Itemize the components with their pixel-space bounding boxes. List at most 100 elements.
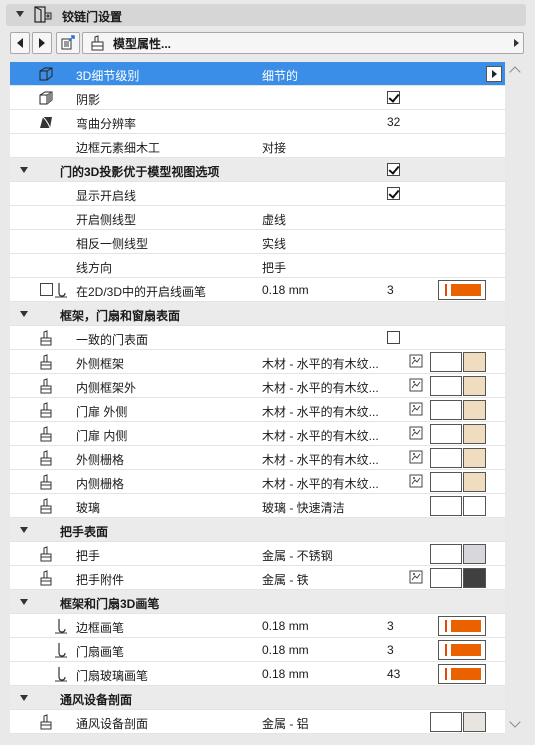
surface-preview[interactable] [430,544,462,564]
setting-row[interactable]: 3D细节级别 细节的 [10,62,505,86]
surface-picker-icon[interactable] [409,378,423,392]
setting-value[interactable]: 细节的 [262,67,298,84]
setting-value[interactable]: 虚线 [262,211,286,228]
setting-value[interactable]: 玻璃 - 快速清洁 [262,499,345,516]
setting-value[interactable]: 金属 - 铝 [262,715,309,732]
pen-color-swatch[interactable] [438,280,486,300]
setting-row[interactable]: 通风设备剖面 金属 - 铝 [10,710,505,734]
surface-preview[interactable] [430,352,462,372]
section-collapse-icon[interactable] [20,167,28,173]
surface-picker-icon[interactable] [409,570,423,584]
settings-list-button[interactable] [56,32,80,54]
surface-picker-icon[interactable] [409,450,423,464]
surface-color-swatch[interactable] [463,544,486,564]
setting-value[interactable]: 木材 - 水平的有木纹... [262,475,379,492]
setting-value[interactable]: 把手 [262,259,286,276]
open-value-list-button[interactable] [486,66,502,82]
setting-value[interactable]: 0.18 mm [262,667,309,681]
surface-preview[interactable] [430,448,462,468]
surface-picker-icon[interactable] [409,426,423,440]
surface-preview[interactable] [430,424,462,444]
setting-row[interactable]: 在2D/3D中的开启线画笔 0.18 mm 3 [10,278,505,302]
section-collapse-icon[interactable] [20,311,28,317]
setting-row[interactable]: 线方向 把手 [10,254,505,278]
row-checkbox[interactable] [40,283,53,296]
setting-checkbox[interactable] [387,91,400,104]
setting-row[interactable]: 阴影 [10,86,505,110]
setting-row[interactable]: 内侧栅格 木材 - 水平的有木纹... [10,470,505,494]
surface-preview[interactable] [430,712,462,732]
surface-color-swatch[interactable] [463,352,486,372]
scrollbar[interactable] [508,62,522,734]
section-header[interactable]: 框架和门扇3D画笔 [10,590,505,614]
scroll-up-icon[interactable] [509,66,521,78]
setting-row[interactable]: 门扉 内侧 木材 - 水平的有木纹... [10,422,505,446]
setting-row[interactable]: 开启侧线型 虚线 [10,206,505,230]
setting-row[interactable]: 显示开启线 [10,182,505,206]
surface-color-swatch[interactable] [463,424,486,444]
setting-number[interactable]: 3 [387,619,394,633]
setting-value[interactable]: 木材 - 水平的有木纹... [262,379,379,396]
scroll-down-icon[interactable] [509,716,521,728]
setting-value[interactable]: 0.18 mm [262,283,309,297]
surface-preview[interactable] [430,400,462,420]
surface-color-swatch[interactable] [463,400,486,420]
setting-checkbox[interactable] [387,331,400,344]
setting-row[interactable]: 外侧框架 木材 - 水平的有木纹... [10,350,505,374]
surface-preview[interactable] [430,568,462,588]
section-header[interactable]: 门的3D投影优于模型视图选项 [10,158,505,182]
section-header[interactable]: 把手表面 [10,518,505,542]
surface-picker-icon[interactable] [409,354,423,368]
section-collapse-icon[interactable] [20,695,28,701]
surface-color-swatch[interactable] [463,448,486,468]
setting-row[interactable]: 玻璃 玻璃 - 快速清洁 [10,494,505,518]
model-attributes-button[interactable]: 模型属性... [82,32,524,54]
setting-number[interactable]: 3 [387,643,394,657]
setting-value[interactable]: 0.18 mm [262,619,309,633]
surface-color-swatch[interactable] [463,712,486,732]
setting-row[interactable]: 门扇玻璃画笔 0.18 mm 43 [10,662,505,686]
setting-row[interactable]: 边框元素细木工 对接 [10,134,505,158]
setting-row[interactable]: 门扉 外侧 木材 - 水平的有木纹... [10,398,505,422]
pen-color-swatch[interactable] [438,640,486,660]
pen-color-swatch[interactable] [438,664,486,684]
surface-picker-icon[interactable] [409,402,423,416]
setting-value[interactable]: 金属 - 铁 [262,571,309,588]
setting-row[interactable]: 把手 金属 - 不锈钢 [10,542,505,566]
setting-row[interactable]: 外侧栅格 木材 - 水平的有木纹... [10,446,505,470]
surface-picker-icon[interactable] [409,474,423,488]
surface-preview[interactable] [430,472,462,492]
setting-row[interactable]: 门扇画笔 0.18 mm 3 [10,638,505,662]
collapse-triangle-icon[interactable] [16,11,24,17]
setting-value[interactable]: 木材 - 水平的有木纹... [262,355,379,372]
next-button[interactable] [32,32,52,54]
setting-row[interactable]: 弯曲分辨率 32 [10,110,505,134]
panel-header[interactable]: 铰链门设置 [6,4,526,26]
setting-number[interactable]: 32 [387,115,400,129]
setting-row[interactable]: 相反一侧线型 实线 [10,230,505,254]
section-header[interactable]: 框架，门扇和窗扇表面 [10,302,505,326]
setting-row[interactable]: 内侧框架外 木材 - 水平的有木纹... [10,374,505,398]
setting-value[interactable]: 对接 [262,139,286,156]
surface-preview[interactable] [430,496,462,516]
setting-checkbox[interactable] [387,163,400,176]
pen-color-swatch[interactable] [438,616,486,636]
surface-color-swatch[interactable] [463,472,486,492]
setting-checkbox[interactable] [387,187,400,200]
surface-color-swatch[interactable] [463,496,486,516]
surface-color-swatch[interactable] [463,376,486,396]
setting-number[interactable]: 43 [387,667,400,681]
setting-row[interactable]: 一致的门表面 [10,326,505,350]
setting-row[interactable]: 边框画笔 0.18 mm 3 [10,614,505,638]
section-header[interactable]: 通风设备剖面 [10,686,505,710]
surface-color-swatch[interactable] [463,568,486,588]
setting-value[interactable]: 金属 - 不锈钢 [262,547,333,564]
setting-value[interactable]: 0.18 mm [262,643,309,657]
surface-preview[interactable] [430,376,462,396]
previous-button[interactable] [10,32,30,54]
section-collapse-icon[interactable] [20,599,28,605]
setting-value[interactable]: 实线 [262,235,286,252]
setting-number[interactable]: 3 [387,283,394,297]
setting-row[interactable]: 把手附件 金属 - 铁 [10,566,505,590]
setting-value[interactable]: 木材 - 水平的有木纹... [262,403,379,420]
